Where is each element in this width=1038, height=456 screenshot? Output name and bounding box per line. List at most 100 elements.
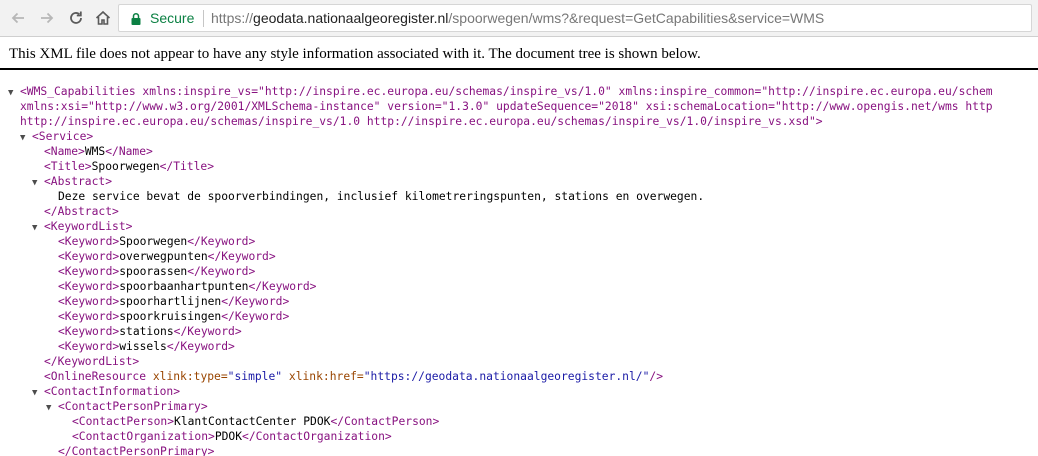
- contactorg-close-tag: </ContactOrganization>: [242, 430, 392, 443]
- back-button[interactable]: [6, 6, 30, 30]
- reload-icon: [70, 11, 82, 24]
- keyword-open-tag: <Keyword>: [58, 235, 120, 248]
- collapse-triangle-icon[interactable]: ▼: [32, 386, 44, 401]
- keyword-value: wissels: [119, 340, 167, 353]
- xml-contactpersonprimary-open: ▼ <ContactPersonPrimary>: [46, 399, 208, 414]
- keywordlist-close-tag: </KeywordList>: [44, 355, 140, 368]
- xml-contactpersonprimary-close: </ContactPersonPrimary>: [58, 444, 214, 456]
- secure-label[interactable]: Secure: [150, 10, 194, 26]
- title-open-tag: <Title>: [44, 160, 92, 173]
- keyword-value: spoorbaanhartpunten: [119, 280, 249, 293]
- contactperson-close-tag: </ContactPerson>: [330, 415, 440, 428]
- abstract-close-tag: </Abstract>: [44, 205, 119, 218]
- collapse-triangle-icon[interactable]: ▼: [46, 401, 58, 416]
- xml-contactinfo-open: ▼ <ContactInformation>: [32, 384, 180, 399]
- attr-name: xlink:type=: [152, 370, 228, 383]
- xml-keyword: <Keyword>spoorbaanhartpunten</Keyword>: [58, 279, 316, 294]
- collapse-triangle-icon[interactable]: ▼: [20, 131, 32, 146]
- xml-title-element: <Title>Spoorwegen</Title>: [44, 159, 214, 174]
- contactpersonprimary-open-tag: <ContactPersonPrimary>: [58, 400, 208, 413]
- xml-keyword: <Keyword>spoorassen</Keyword>: [58, 264, 255, 279]
- forward-button[interactable]: [35, 6, 59, 30]
- attr-value: "simple": [227, 370, 283, 383]
- keyword-open-tag: <Keyword>: [58, 250, 120, 263]
- root-tag-line-3: http://inspire.ec.europa.eu/schemas/insp…: [20, 115, 823, 128]
- collapse-triangle-icon[interactable]: ▼: [32, 176, 44, 191]
- xml-abstract-close: </Abstract>: [44, 204, 119, 219]
- contactorg-value: PDOK: [214, 430, 243, 443]
- xml-abstract-text: Deze service bevat de spoorverbindingen,…: [58, 189, 704, 204]
- keyword-open-tag: <Keyword>: [58, 265, 120, 278]
- title-value: Spoorwegen: [91, 160, 160, 173]
- keyword-close-tag: </Keyword>: [187, 265, 256, 278]
- url-text[interactable]: https://geodata.nationaalgeoregister.nl/…: [211, 10, 824, 26]
- back-arrow-icon: [11, 12, 24, 24]
- keyword-close-tag: </Keyword>: [166, 340, 235, 353]
- name-value: WMS: [84, 145, 106, 158]
- xml-onlineresource: <OnlineResource xlink:type="simple" xlin…: [44, 369, 663, 384]
- root-tag-line-1: <WMS_Capabilities xmlns:inspire_vs="http…: [20, 85, 993, 98]
- keyword-value: spoorassen: [119, 265, 188, 278]
- xml-root-line-1: ▼ <WMS_Capabilities xmlns:inspire_vs="htt…: [8, 84, 993, 99]
- keyword-close-tag: </Keyword>: [248, 280, 317, 293]
- contactorg-open-tag: <ContactOrganization>: [72, 430, 215, 443]
- reload-button[interactable]: [64, 6, 88, 30]
- keyword-close-tag: </Keyword>: [173, 325, 242, 338]
- home-icon: [95, 10, 111, 25]
- xml-abstract-open: ▼ <Abstract>: [32, 174, 112, 189]
- title-close-tag: </Title>: [159, 160, 215, 173]
- keyword-value: overwegpunten: [119, 250, 208, 263]
- abstract-open-tag: <Abstract>: [44, 175, 113, 188]
- keyword-close-tag: </Keyword>: [221, 295, 290, 308]
- forward-arrow-icon: [41, 12, 54, 24]
- keyword-value: spoorhartlijnen: [119, 295, 222, 308]
- xml-name-element: <Name>WMS</Name>: [44, 144, 153, 159]
- url-path: /spoorwegen/wms?&request=GetCapabilities…: [448, 10, 825, 26]
- xml-keyword: <Keyword>Spoorwegen</Keyword>: [58, 234, 255, 249]
- browser-toolbar: Secure https://geodata.nationaalgeoregis…: [0, 0, 1038, 37]
- banner-text: This XML file does not appear to have an…: [9, 46, 701, 62]
- contactinfo-open-tag: <ContactInformation>: [44, 385, 181, 398]
- abstract-text: Deze service bevat de spoorverbindingen,…: [58, 190, 705, 203]
- xml-info-banner: This XML file does not appear to have an…: [0, 37, 1038, 70]
- xml-root-line-3: http://inspire.ec.europa.eu/schemas/insp…: [20, 114, 823, 129]
- omnibox-separator: [203, 10, 204, 27]
- xml-root-line-2: xmlns:xsi="http://www.w3.org/2001/XMLSch…: [20, 99, 993, 114]
- home-button[interactable]: [91, 6, 115, 30]
- keyword-value: spoorkruisingen: [119, 310, 222, 323]
- xml-keyword: <Keyword>spoorkruisingen</Keyword>: [58, 309, 289, 324]
- xml-tree: ▼ <WMS_Capabilities xmlns:inspire_vs="htt…: [0, 84, 1038, 456]
- contactperson-value: KlantContactCenter PDOK: [174, 415, 331, 428]
- xml-contactperson: <ContactPerson>KlantContactCenter PDOK</…: [72, 414, 439, 429]
- keyword-close-tag: </Keyword>: [207, 250, 276, 263]
- collapse-triangle-icon[interactable]: ▼: [8, 86, 20, 101]
- name-open-tag: <Name>: [44, 145, 85, 158]
- xml-keyword: <Keyword>stations</Keyword>: [58, 324, 242, 339]
- url-host: geodata.nationaalgeoregister.nl: [253, 10, 449, 26]
- keyword-value: Spoorwegen: [119, 235, 188, 248]
- xml-keyword: <Keyword>spoorhartlijnen</Keyword>: [58, 294, 289, 309]
- root-tag-line-2: xmlns:xsi="http://www.w3.org/2001/XMLSch…: [20, 100, 993, 113]
- keyword-open-tag: <Keyword>: [58, 340, 120, 353]
- keyword-close-tag: </Keyword>: [221, 310, 290, 323]
- keyword-open-tag: <Keyword>: [58, 310, 120, 323]
- onlineresource-end: />: [649, 370, 663, 383]
- xml-keywordlist-close: </KeywordList>: [44, 354, 139, 369]
- collapse-triangle-icon[interactable]: ▼: [32, 221, 44, 236]
- keyword-open-tag: <Keyword>: [58, 295, 120, 308]
- keyword-open-tag: <Keyword>: [58, 325, 120, 338]
- service-open-tag: <Service>: [32, 130, 94, 143]
- name-close-tag: </Name>: [105, 145, 153, 158]
- attr-name: xlink:href=: [288, 370, 364, 383]
- onlineresource-tag: <OnlineResource: [44, 370, 147, 383]
- url-scheme: https://: [211, 10, 254, 26]
- lock-icon: [131, 12, 141, 25]
- address-bar[interactable]: Secure https://geodata.nationaalgeoregis…: [118, 4, 1032, 32]
- keyword-open-tag: <Keyword>: [58, 280, 120, 293]
- keywordlist-open-tag: <KeywordList>: [44, 220, 133, 233]
- xml-keywordlist-open: ▼ <KeywordList>: [32, 219, 132, 234]
- xml-contactorganization: <ContactOrganization>PDOK</ContactOrgani…: [72, 429, 392, 444]
- xml-keyword: <Keyword>wissels</Keyword>: [58, 339, 235, 354]
- xml-keyword: <Keyword>overwegpunten</Keyword>: [58, 249, 276, 264]
- attr-value: "https://geodata.nationaalgeoregister.nl…: [363, 370, 650, 383]
